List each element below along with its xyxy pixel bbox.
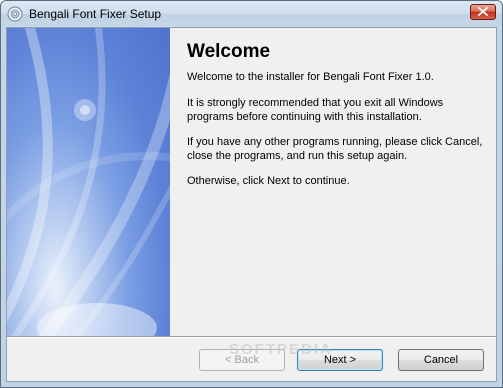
installer-disc-icon	[7, 6, 23, 22]
cancel-instructions-text: If you have any other programs running, …	[187, 136, 483, 162]
welcome-panel: Welcome Welcome to the installer for Ben…	[170, 28, 496, 336]
close-button[interactable]	[470, 4, 496, 20]
window-title: Bengali Font Fixer Setup	[29, 7, 162, 21]
softpedia-watermark: SOFTPEDIA	[229, 341, 333, 358]
title-bar[interactable]: Bengali Font Fixer Setup	[1, 1, 502, 27]
close-x-icon	[478, 3, 488, 21]
continue-instructions-text: Otherwise, click Next to continue.	[187, 175, 350, 187]
setup-window: Bengali Font Fixer Setup Welcome Welcome…	[0, 0, 503, 388]
wizard-client-area: Welcome Welcome to the installer for Ben…	[6, 27, 497, 382]
exit-programs-text: It is strongly recommended that you exit…	[187, 97, 444, 123]
page-title: Welcome	[187, 41, 271, 62]
wizard-side-banner	[7, 28, 170, 336]
welcome-intro-text: Welcome to the installer for Bengali Fon…	[187, 71, 434, 83]
cancel-button[interactable]: Cancel	[398, 349, 484, 371]
